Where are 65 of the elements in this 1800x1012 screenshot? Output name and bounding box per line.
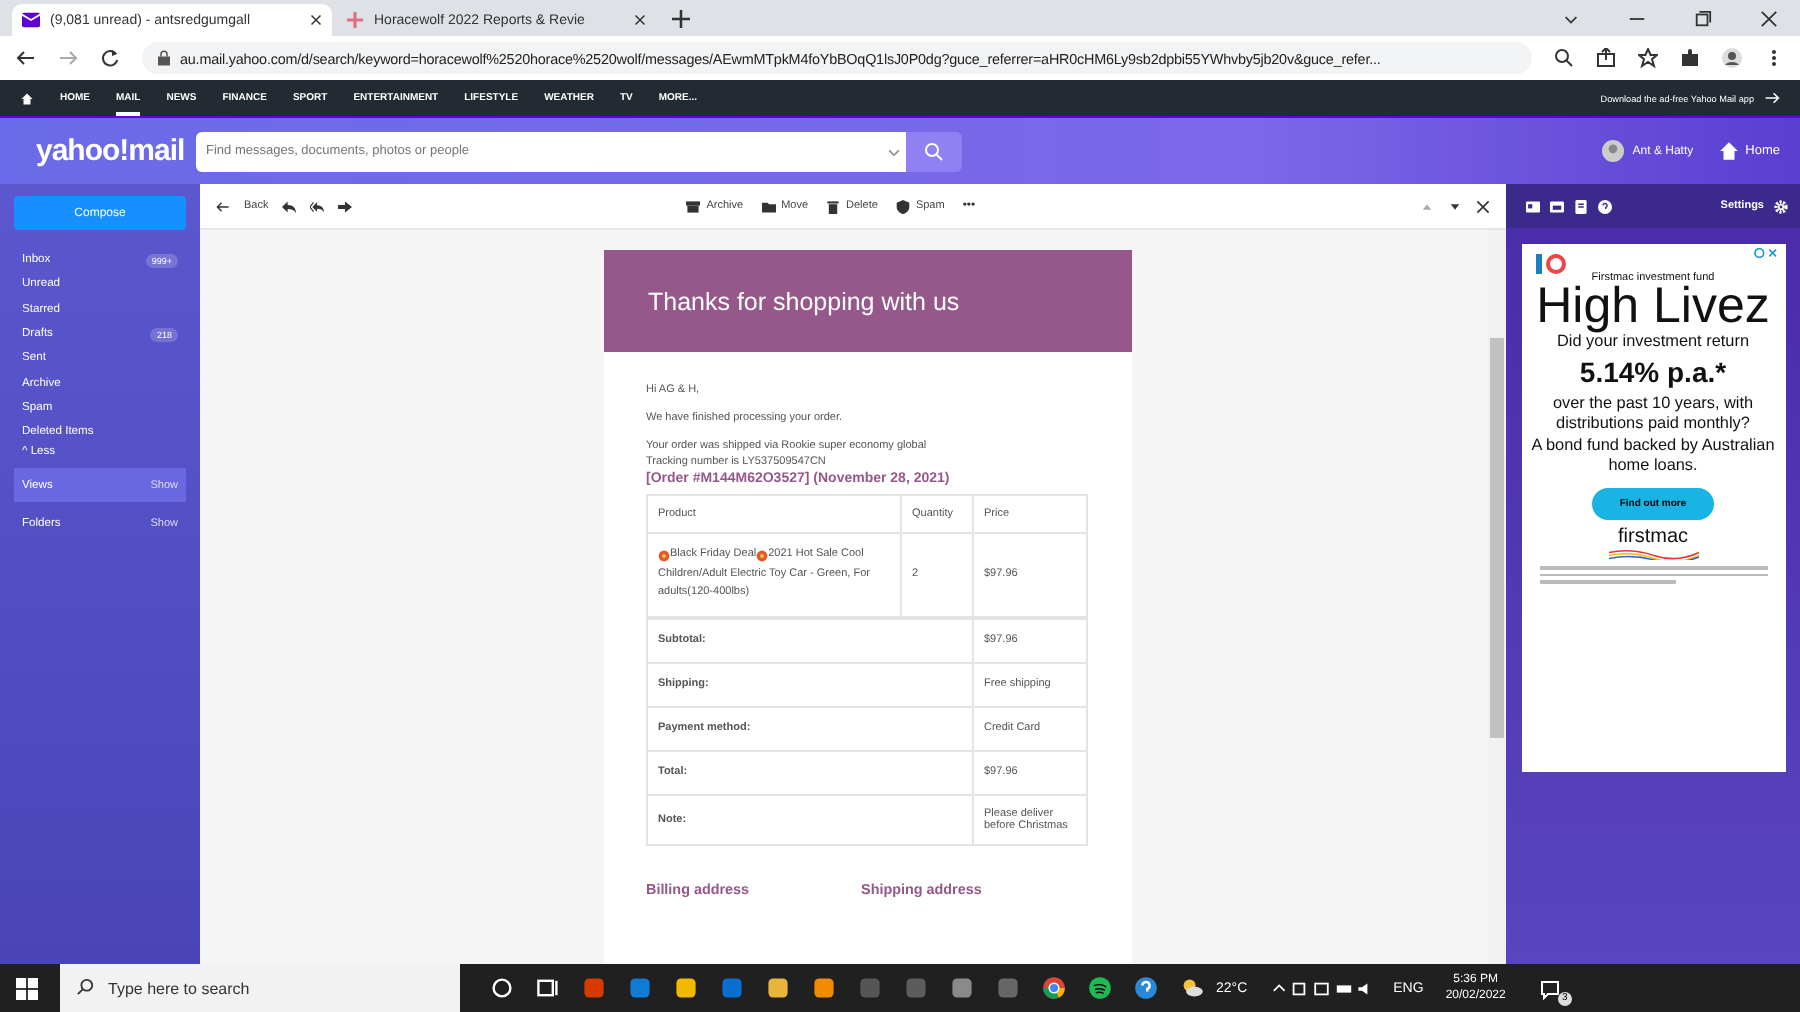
settings-icon[interactable]: [1774, 199, 1788, 213]
app-icon[interactable]: [628, 976, 652, 1000]
flower-icon: [756, 549, 769, 562]
shield-icon[interactable]: [895, 199, 910, 213]
close-icon[interactable]: [310, 14, 322, 26]
search-options-button[interactable]: [886, 131, 906, 171]
ad-text: Did your investment return: [1556, 332, 1749, 352]
back-arrow-icon[interactable]: [16, 48, 36, 68]
close-icon[interactable]: [1476, 199, 1490, 213]
ad-logo: firstmac: [1618, 528, 1688, 548]
spotify-icon[interactable]: [1088, 976, 1112, 1000]
chrome-icon[interactable]: [1042, 976, 1066, 1000]
avatar[interactable]: [1602, 140, 1625, 162]
trash-icon[interactable]: [826, 199, 841, 213]
home-icon[interactable]: [20, 91, 34, 105]
search-icon: [924, 141, 944, 161]
close-icon[interactable]: [1760, 10, 1778, 28]
taskbar-search-field[interactable]: Type here to search: [60, 964, 460, 1012]
ad-text: over the past 10 years, with distributions paid monthly?: [1550, 394, 1756, 434]
logo[interactable]: yahoo!mail: [36, 134, 196, 168]
contact-card-icon[interactable]: [1526, 199, 1540, 213]
profile-icon[interactable]: [1722, 48, 1742, 68]
scrollbar[interactable]: [1488, 230, 1506, 964]
back-arrow-icon[interactable]: [216, 199, 230, 213]
restore-icon[interactable]: [1694, 10, 1712, 28]
caret-down-icon[interactable]: [1448, 199, 1462, 213]
help-icon[interactable]: [1134, 976, 1158, 1000]
banner-title: Thanks for shopping with us: [648, 287, 960, 315]
search-button[interactable]: [906, 131, 962, 171]
ad-info-icon[interactable]: [1753, 248, 1777, 258]
puzzle-icon[interactable]: [1680, 48, 1700, 68]
calendar-icon[interactable]: [1550, 199, 1564, 213]
windows-logo-icon[interactable]: [16, 977, 38, 999]
weather-icon[interactable]: [1180, 976, 1204, 1000]
reload-icon[interactable]: [100, 48, 120, 68]
search-icon: [76, 978, 94, 996]
lock-icon: [158, 50, 170, 66]
flower-icon: [658, 549, 670, 562]
share-icon[interactable]: [1596, 48, 1616, 68]
envelope-icon: [22, 12, 40, 28]
search-icon[interactable]: [1554, 48, 1574, 68]
app-icon[interactable]: [766, 976, 790, 1000]
arrow-right-icon[interactable]: [1764, 90, 1780, 106]
folder-icon[interactable]: [761, 199, 776, 213]
app-icon[interactable]: [674, 976, 698, 1000]
forward-icon[interactable]: [338, 199, 353, 213]
ad-headline: High Livez: [1536, 284, 1770, 330]
circle-icon[interactable]: [490, 976, 514, 1000]
ad-rate: 5.14% p.a.*: [1579, 356, 1727, 388]
archive-box-icon[interactable]: [686, 199, 701, 213]
close-icon[interactable]: [634, 14, 646, 26]
home-icon[interactable]: [1717, 140, 1740, 162]
task-view-icon[interactable]: [536, 976, 560, 1000]
reply-all-icon[interactable]: [310, 199, 325, 213]
speech-bubble-icon: [1539, 980, 1560, 1000]
reply-icon[interactable]: [282, 199, 297, 213]
app-icon[interactable]: [812, 976, 836, 1000]
help-icon[interactable]: [1598, 199, 1612, 213]
star-icon[interactable]: [1638, 48, 1658, 68]
app-icon[interactable]: [950, 976, 974, 1000]
cross-icon: [346, 12, 364, 28]
notepad-icon[interactable]: [1574, 199, 1588, 213]
ad-text: A bond fund backed by Australian home loans.: [1529, 436, 1777, 476]
new-tab-icon[interactable]: [672, 10, 690, 28]
wave-lines-drawing: [1603, 548, 1703, 560]
